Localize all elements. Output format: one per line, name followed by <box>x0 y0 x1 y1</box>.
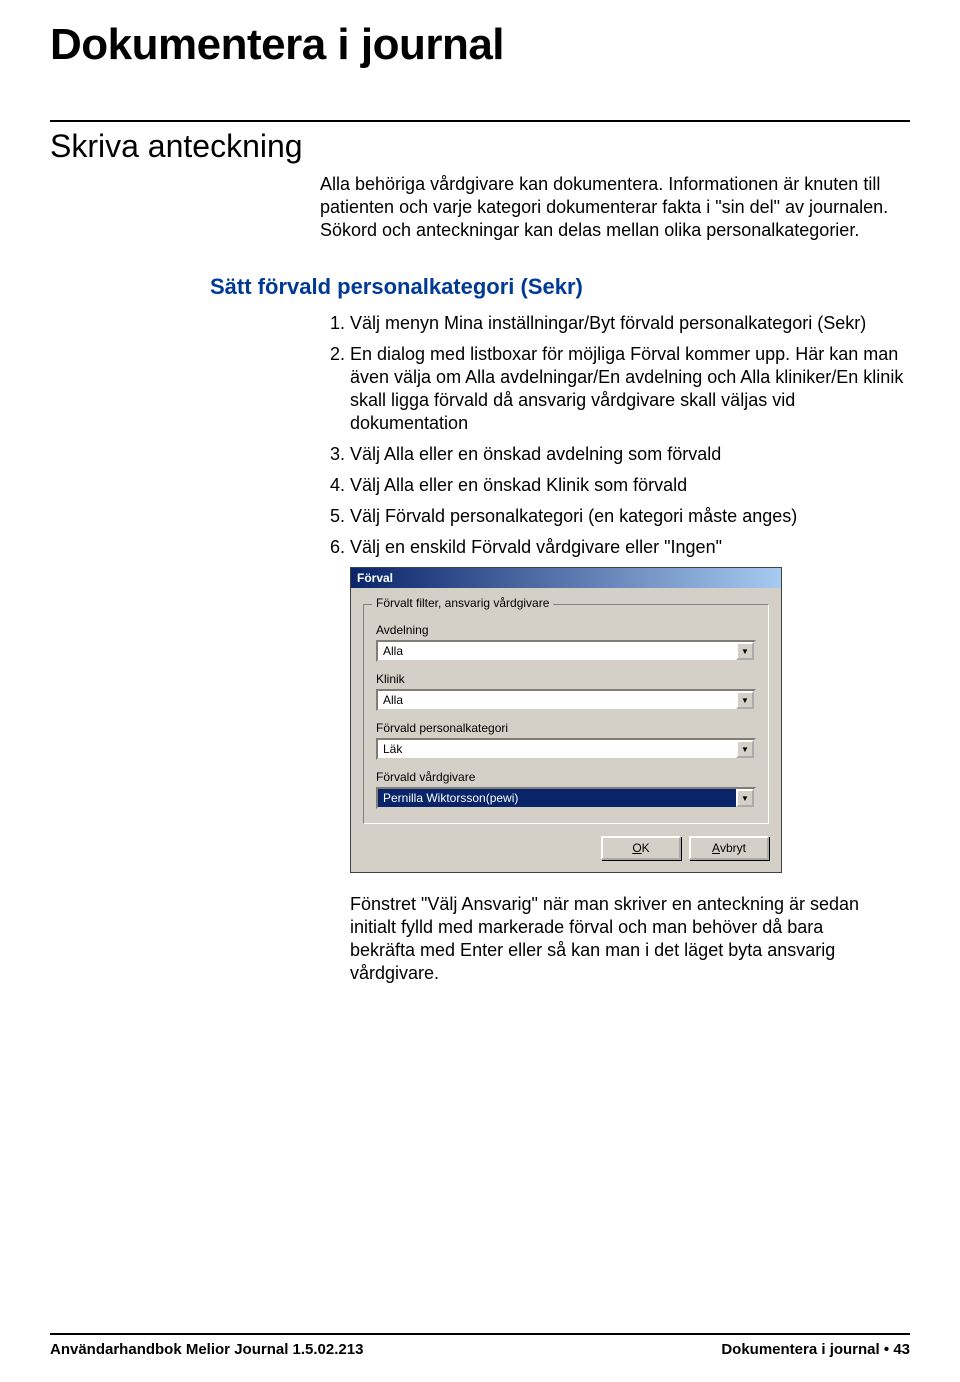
section-divider <box>50 120 910 122</box>
chevron-down-icon[interactable]: ▼ <box>736 691 754 709</box>
footer-page-number: 43 <box>893 1341 910 1358</box>
kategori-label: Förvald personalkategori <box>376 721 756 735</box>
ok-button[interactable]: OK <box>601 836 681 860</box>
vardgivare-value: Pernilla Wiktorsson(pewi) <box>378 789 736 807</box>
fieldset-legend: Förvalt filter, ansvarig vårdgivare <box>372 596 553 610</box>
cancel-button[interactable]: Avbryt <box>689 836 769 860</box>
page-title: Dokumentera i journal <box>50 20 910 70</box>
section-heading: Skriva anteckning <box>50 128 910 165</box>
closing-paragraph: Fönstret "Välj Ansvarig" när man skriver… <box>350 893 870 985</box>
klinik-label: Klinik <box>376 672 756 686</box>
footer-right-label: Dokumentera i journal <box>721 1341 879 1358</box>
avdelning-value: Alla <box>378 644 736 658</box>
ok-rest: K <box>642 841 650 855</box>
kategori-value: Läk <box>378 742 736 756</box>
klinik-value: Alla <box>378 693 736 707</box>
avdelning-combo[interactable]: Alla ▼ <box>376 640 756 662</box>
chevron-down-icon[interactable]: ▼ <box>736 740 754 758</box>
chevron-down-icon[interactable]: ▼ <box>736 789 754 807</box>
footer-left: Användarhandbok Melior Journal 1.5.02.21… <box>50 1341 363 1358</box>
vardgivare-label: Förvald vårdgivare <box>376 770 756 784</box>
steps-list: Välj menyn Mina inställningar/Byt förval… <box>320 312 910 559</box>
avdelning-label: Avdelning <box>376 623 756 637</box>
cancel-rest: vbryt <box>720 841 746 855</box>
vardgivare-combo[interactable]: Pernilla Wiktorsson(pewi) ▼ <box>376 787 756 809</box>
ok-underline: O <box>632 841 641 855</box>
step-3: Välj Alla eller en önskad avdelning som … <box>350 443 910 466</box>
step-1: Välj menyn Mina inställningar/Byt förval… <box>350 312 910 335</box>
chevron-down-icon[interactable]: ▼ <box>736 642 754 660</box>
step-2: En dialog med listboxar för möjliga Förv… <box>350 343 910 435</box>
sub-heading: Sätt förvald personalkategori (Sekr) <box>210 274 910 300</box>
forval-dialog: Förval Förvalt filter, ansvarig vårdgiva… <box>350 567 782 873</box>
filter-fieldset: Förvalt filter, ansvarig vårdgivare Avde… <box>363 604 769 824</box>
step-6: Välj en enskild Förvald vårdgivare eller… <box>350 536 910 559</box>
dialog-titlebar: Förval <box>351 568 781 588</box>
klinik-combo[interactable]: Alla ▼ <box>376 689 756 711</box>
step-2-text-a: En dialog med listboxar för möjliga Förv… <box>350 344 790 364</box>
footer-divider <box>50 1333 910 1335</box>
footer-bullet: • <box>884 1341 889 1358</box>
step-5: Välj Förvald personalkategori (en katego… <box>350 505 910 528</box>
step-4: Välj Alla eller en önskad Klinik som för… <box>350 474 910 497</box>
page-footer: Användarhandbok Melior Journal 1.5.02.21… <box>50 1333 910 1358</box>
cancel-underline: A <box>712 841 720 855</box>
intro-paragraph: Alla behöriga vårdgivare kan dokumentera… <box>320 173 910 242</box>
kategori-combo[interactable]: Läk ▼ <box>376 738 756 760</box>
footer-right: Dokumentera i journal • 43 <box>721 1341 910 1358</box>
